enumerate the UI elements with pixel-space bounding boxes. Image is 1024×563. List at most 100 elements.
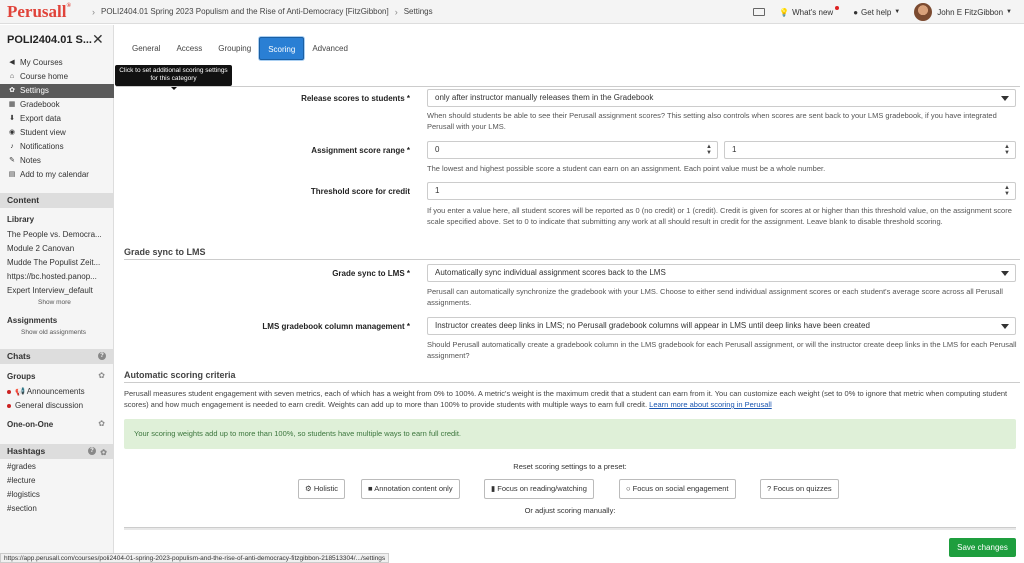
calendar-icon: ▤: [8, 171, 16, 178]
help-icon[interactable]: ?: [88, 447, 96, 455]
sidebar-item-notifications[interactable]: ♪ Notifications: [0, 140, 114, 154]
breadcrumb-course[interactable]: POLI2404.01 Spring 2023 Populism and the…: [101, 7, 389, 16]
preset-annotation-content-button[interactable]: ■ Annotation content only: [361, 479, 460, 499]
sidebar-item-settings[interactable]: ✿ Settings: [0, 84, 114, 98]
sidebar-item-add-to-calendar[interactable]: ▤ Add to my calendar: [0, 168, 114, 182]
lightbulb-icon: 💡: [779, 7, 790, 17]
pencil-icon: ✎: [9, 157, 15, 164]
hashtag-item[interactable]: #grades: [7, 462, 36, 471]
sidebar-item-label: Course home: [20, 72, 69, 81]
sidebar-item-course-home[interactable]: ⌂ Course home: [0, 70, 114, 84]
unread-dot: [7, 404, 11, 408]
hashtag-item[interactable]: #lecture: [7, 476, 35, 485]
preset-quizzes-button[interactable]: ? Focus on quizzes: [760, 479, 839, 499]
gear-icon[interactable]: ✿: [100, 445, 107, 460]
tab-access[interactable]: Access: [168, 37, 210, 60]
arrow-left-icon: ◀: [9, 59, 15, 66]
perusall-logo[interactable]: Perusall ®: [0, 2, 86, 22]
table-icon: ▦: [8, 101, 16, 108]
cube-icon: ■: [368, 484, 373, 493]
library-item[interactable]: Mudde The Populist Zeit...: [7, 258, 100, 267]
preset-reading-watching-button[interactable]: ▮ Focus on reading/watching: [484, 479, 594, 499]
spinner-icon[interactable]: ▲ ▼: [1004, 144, 1010, 156]
spinner-icon[interactable]: ▲ ▼: [706, 144, 712, 156]
close-icon[interactable]: ✕: [92, 31, 104, 48]
group-item-announcements[interactable]: 📢 Announcements: [7, 387, 85, 396]
column-management-help: Should Perusall automatically create a g…: [427, 340, 1017, 360]
sidebar-item-student-view[interactable]: ◉ Student view: [0, 126, 114, 140]
auto-scoring-section-title: Automatic scoring criteria: [124, 370, 236, 380]
comment-icon: ○: [626, 484, 631, 493]
keyboard-icon[interactable]: [753, 8, 766, 16]
groups-label: Groups: [7, 372, 36, 381]
group-item-label: General discussion: [15, 401, 84, 410]
caret-down-icon: [1001, 271, 1009, 276]
library-item[interactable]: Module 2 Canovan: [7, 244, 74, 253]
section-title: Content: [7, 195, 40, 205]
preset-social-engagement-button[interactable]: ○ Focus on social engagement: [619, 479, 736, 499]
score-range-max-input[interactable]: 1 ▲ ▼: [724, 141, 1016, 159]
help-icon[interactable]: ?: [98, 352, 106, 360]
library-item[interactable]: https://bc.hosted.panop...: [7, 272, 97, 281]
divider: [124, 259, 1020, 260]
tab-advanced[interactable]: Advanced: [304, 37, 356, 60]
course-title: POLI2404.01 S...: [7, 34, 92, 46]
library-item[interactable]: The People vs. Democra...: [7, 230, 102, 239]
avatar: [914, 3, 933, 21]
sidebar-item-gradebook[interactable]: ▦ Gradebook: [0, 98, 114, 112]
section-title: Hashtags: [7, 446, 46, 456]
gear-icon[interactable]: ✿: [98, 371, 105, 380]
section-title: Chats: [7, 351, 31, 361]
breadcrumb-page: Settings: [403, 7, 433, 16]
sidebar-item-notes[interactable]: ✎ Notes: [0, 154, 114, 168]
score-range-min-input[interactable]: 0 ▲ ▼: [427, 141, 718, 159]
get-help-button[interactable]: ● Get help ▼: [853, 8, 900, 17]
gear-icon[interactable]: ✿: [98, 419, 105, 428]
threshold-input[interactable]: 1 ▲ ▼: [427, 182, 1016, 200]
content-header[interactable]: Content: [0, 193, 114, 208]
user-name: John E FitzGibbon: [937, 7, 1004, 17]
grade-sync-select[interactable]: Automatically sync individual assignment…: [427, 264, 1016, 282]
sidebar-item-label: Settings: [20, 86, 49, 95]
spinner-icon[interactable]: ▲ ▼: [1004, 185, 1010, 197]
user-menu[interactable]: John E FitzGibbon ▼: [914, 3, 1012, 21]
caret-down-icon: [1001, 96, 1009, 101]
preset-holistic-button[interactable]: ⚙ Holistic: [298, 479, 345, 499]
hashtag-item[interactable]: #section: [7, 504, 37, 513]
release-scores-select[interactable]: only after instructor manually releases …: [427, 89, 1016, 107]
hashtags-header[interactable]: Hashtags? ✿: [0, 444, 114, 459]
show-old-assignments-link[interactable]: Show old assignments: [21, 329, 86, 336]
preset-label: Focus on reading/watching: [497, 484, 587, 493]
book-icon: ▮: [491, 484, 496, 493]
hashtag-item[interactable]: #logistics: [7, 490, 40, 499]
bell-icon: ♪: [10, 143, 14, 150]
learn-more-link[interactable]: Learn more about scoring in Perusall: [649, 400, 772, 409]
chats-header[interactable]: Chats?: [0, 349, 114, 364]
column-management-select[interactable]: Instructor creates deep links in LMS; no…: [427, 317, 1016, 335]
sidebar-item-export-data[interactable]: ⬇ Export data: [0, 112, 114, 126]
tab-general[interactable]: General: [124, 37, 168, 60]
home-icon: ⌂: [9, 73, 15, 80]
save-changes-button[interactable]: Save changes: [949, 538, 1016, 557]
library-label: Library: [7, 215, 35, 224]
tab-scoring[interactable]: Scoring: [259, 37, 305, 60]
library-item[interactable]: Expert Interview_default: [7, 286, 93, 295]
sidebar: POLI2404.01 S... ✕ ◀ My Courses ⌂ Course h…: [0, 25, 114, 563]
input-value: 0: [435, 145, 440, 154]
group-item-general-discussion[interactable]: General discussion: [7, 401, 83, 410]
group-item-label: Announcements: [26, 387, 85, 396]
sidebar-nav: ◀ My Courses ⌂ Course home ✿ Settings ▦ Grad…: [0, 56, 114, 182]
sidebar-item-label: Export data: [20, 114, 61, 123]
sidebar-item-my-courses[interactable]: ◀ My Courses: [0, 56, 114, 70]
input-value: 1: [732, 145, 737, 154]
whats-new-button[interactable]: 💡 What's new: [779, 6, 840, 17]
release-scores-label: Release scores to students *: [301, 94, 410, 103]
threshold-help: If you enter a value here, all student s…: [427, 206, 1012, 226]
select-value: Instructor creates deep links in LMS; no…: [435, 321, 870, 330]
tab-grouping[interactable]: Grouping: [210, 37, 259, 60]
show-more-link[interactable]: Show more: [38, 299, 71, 306]
caret-down-icon: ▼: [894, 9, 901, 15]
preset-label: Holistic: [313, 484, 338, 493]
sidebar-item-label: Student view: [20, 128, 66, 137]
sidebar-item-label: Notifications: [20, 142, 64, 151]
